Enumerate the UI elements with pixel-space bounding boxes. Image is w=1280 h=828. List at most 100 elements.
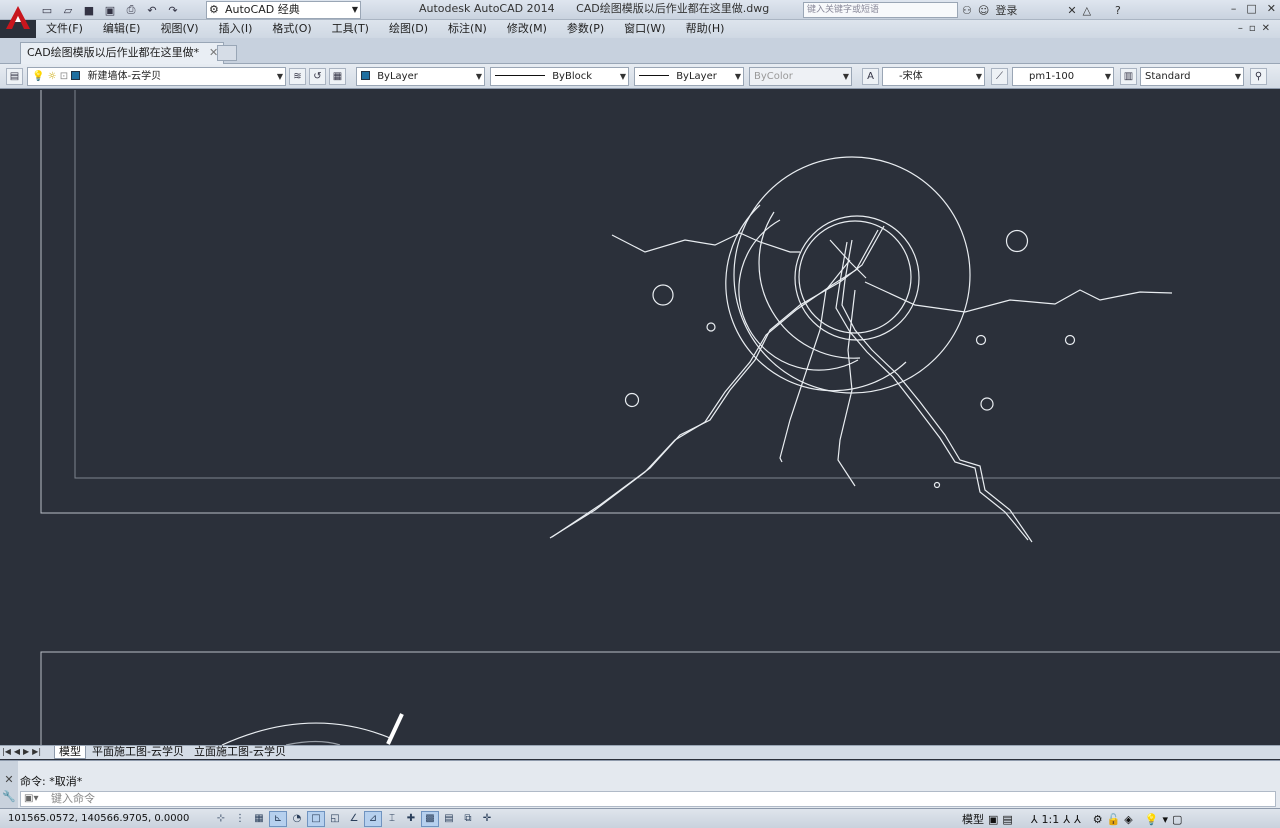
snap-mode-icon[interactable]: ⋮: [231, 811, 249, 827]
tab-floor-plan[interactable]: 平面施工图-云学贝: [88, 746, 188, 759]
isolate-objects-icon[interactable]: 💡: [1145, 813, 1159, 826]
grid-display-icon[interactable]: ▦: [250, 811, 268, 827]
chevron-down-icon: ▼: [475, 72, 482, 81]
command-prompt-icon[interactable]: ▣▾: [24, 792, 38, 806]
save-as-icon[interactable]: ▣: [101, 2, 119, 19]
save-icon[interactable]: ■: [80, 2, 98, 19]
maximize-icon[interactable]: □: [1246, 0, 1256, 18]
multileader-style-icon[interactable]: ⚲: [1250, 68, 1267, 85]
dot-circle-6: [1064, 334, 1076, 346]
chevron-down-icon: ▼: [1234, 72, 1241, 81]
document-window-controls[interactable]: –▫✕: [1238, 20, 1276, 38]
login-label[interactable]: 登录: [995, 2, 1017, 18]
status-menu-icon[interactable]: ▾: [1162, 813, 1168, 826]
dynamic-ucs-icon[interactable]: ⊿: [364, 811, 382, 827]
text-style-dropdown[interactable]: -宋体 ▼: [882, 67, 985, 86]
menu-view[interactable]: 视图(V): [150, 20, 208, 38]
hardware-acceleration-icon[interactable]: ◈: [1124, 813, 1132, 826]
redo-icon[interactable]: ↷: [164, 2, 182, 19]
menu-format[interactable]: 格式(O): [262, 20, 321, 38]
menu-dimension[interactable]: 标注(N): [438, 20, 497, 38]
menu-tools[interactable]: 工具(T): [322, 20, 379, 38]
first-layout-icon[interactable]: |◀: [2, 746, 11, 758]
title-bar: ▭ ▱ ■ ▣ ⎙ ↶ ↷ ⚙ AutoCAD 经典 ▼ Autodesk Au…: [0, 0, 1280, 29]
dynamic-input-icon[interactable]: ⌶: [383, 811, 401, 827]
workspace-switch-icon[interactable]: ⚙: [1093, 813, 1103, 826]
layer-state-icon[interactable]: ▦: [329, 68, 346, 85]
menu-modify[interactable]: 修改(M): [497, 20, 557, 38]
layer-dropdown[interactable]: 💡 ☼ ⊡ 新建墙体-云学贝 ▼: [27, 67, 286, 86]
clean-screen-icon[interactable]: ▢: [1172, 813, 1182, 826]
lock-ui-icon[interactable]: 🔓: [1107, 813, 1121, 826]
user-icon[interactable]: ☺: [978, 4, 989, 17]
wrench-icon[interactable]: 🔧: [0, 790, 18, 803]
quick-properties-icon[interactable]: ▤: [440, 811, 458, 827]
menu-file[interactable]: 文件(F): [36, 20, 93, 38]
menu-window[interactable]: 窗口(W): [614, 20, 675, 38]
print-icon[interactable]: ⎙: [122, 2, 140, 19]
previous-layout-icon[interactable]: ◀: [14, 746, 20, 758]
new-tab-button[interactable]: [217, 45, 237, 61]
drawing-canvas[interactable]: [0, 90, 1280, 745]
tab-elevation[interactable]: 立面施工图-云学贝: [190, 746, 290, 759]
tab-model[interactable]: 模型: [54, 746, 86, 759]
text-style-icon[interactable]: A: [862, 68, 879, 85]
menu-draw[interactable]: 绘图(D): [379, 20, 438, 38]
make-current-layer-icon[interactable]: ≋: [289, 68, 306, 85]
search-input[interactable]: 键入关键字或短语: [803, 2, 958, 18]
annotation-visibility-icon[interactable]: ⅄: [1063, 813, 1070, 826]
annotation-monitor-icon[interactable]: ✛: [478, 811, 496, 827]
lineweight-dropdown[interactable]: ByLayer ▼: [634, 67, 744, 86]
3d-object-snap-icon[interactable]: ◱: [326, 811, 344, 827]
quick-view-icon[interactable]: ▤: [1002, 813, 1012, 826]
document-tab[interactable]: CAD绘图模版以后作业都在这里做* ✕: [20, 42, 225, 64]
dim-style-dropdown[interactable]: pm1-100 ▼: [1012, 67, 1114, 86]
open-file-icon[interactable]: ▱: [59, 2, 77, 19]
quick-access-toolbar: ▭ ▱ ■ ▣ ⎙ ↶ ↷: [38, 1, 182, 19]
autodesk-icon[interactable]: △: [1083, 4, 1091, 17]
close-icon[interactable]: ✕: [1267, 0, 1276, 18]
workspace-label: AutoCAD 经典: [225, 3, 300, 16]
ortho-mode-icon[interactable]: ⊾: [269, 811, 287, 827]
selection-cycling-icon[interactable]: ⧉: [459, 811, 477, 827]
next-layout-icon[interactable]: ▶: [23, 746, 29, 758]
layout-viewport-icon[interactable]: ▣: [988, 813, 998, 826]
undo-icon[interactable]: ↶: [143, 2, 161, 19]
layer-manager-icon[interactable]: ▤: [6, 68, 23, 85]
layer-previous-icon[interactable]: ↺: [309, 68, 326, 85]
new-file-icon[interactable]: ▭: [38, 2, 56, 19]
coordinate-readout[interactable]: 101565.0572, 140566.9705, 0.0000: [8, 809, 189, 828]
infer-constraints-icon[interactable]: ⊹: [212, 811, 230, 827]
annotation-scale-icon[interactable]: ⅄: [1031, 813, 1038, 826]
menu-edit[interactable]: 编辑(E): [93, 20, 151, 38]
object-snap-icon[interactable]: □: [307, 811, 325, 827]
annotation-scale-value[interactable]: 1:1: [1042, 813, 1060, 826]
autocad-logo-icon[interactable]: [0, 0, 36, 36]
exchange-icon[interactable]: ✕: [1067, 4, 1076, 17]
auto-scale-icon[interactable]: ⅄: [1074, 813, 1081, 826]
last-layout-icon[interactable]: ▶|: [32, 746, 41, 758]
lineweight-icon[interactable]: ✚: [402, 811, 420, 827]
close-command-icon[interactable]: ✕: [0, 773, 18, 786]
transparency-icon[interactable]: ▩: [421, 811, 439, 827]
layer-name: 新建墙体-云学贝: [87, 71, 162, 82]
polar-tracking-icon[interactable]: ◔: [288, 811, 306, 827]
color-value: ByLayer: [377, 71, 418, 82]
document-tab-label: CAD绘图模版以后作业都在这里做*: [27, 46, 200, 59]
crack-center-1b: [549, 229, 879, 539]
minimize-icon[interactable]: –: [1231, 0, 1237, 18]
menu-help[interactable]: 帮助(H): [676, 20, 735, 38]
color-dropdown[interactable]: ByLayer ▼: [356, 67, 485, 86]
dim-style-icon[interactable]: ⟋: [991, 68, 1008, 85]
model-space-label[interactable]: 模型: [962, 811, 984, 827]
menu-insert[interactable]: 插入(I): [209, 20, 263, 38]
menu-parametric[interactable]: 参数(P): [557, 20, 614, 38]
command-input[interactable]: ▣▾ 键入命令: [20, 791, 1276, 807]
binoculars-icon[interactable]: ⚇: [962, 4, 972, 17]
help-icon[interactable]: ?: [1115, 4, 1121, 17]
linetype-dropdown[interactable]: ByBlock ▼: [490, 67, 629, 86]
table-style-icon[interactable]: ▥: [1120, 68, 1137, 85]
object-snap-tracking-icon[interactable]: ∠: [345, 811, 363, 827]
table-style-dropdown[interactable]: Standard ▼: [1140, 67, 1244, 86]
workspace-selector[interactable]: ⚙ AutoCAD 经典 ▼: [206, 1, 361, 19]
